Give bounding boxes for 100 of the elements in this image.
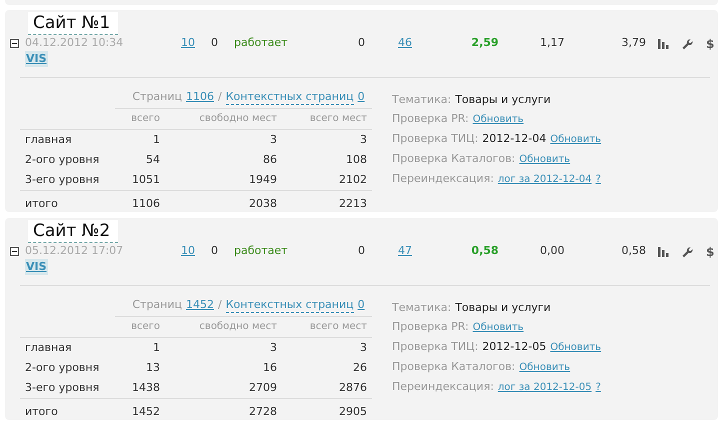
- table-cell: 26: [353, 361, 367, 374]
- table-cell: 13: [146, 361, 160, 374]
- table-cell: 0,58: [622, 244, 646, 257]
- context-pages-link[interactable]: Контекстных страниц: [226, 297, 354, 313]
- info-label: Проверка Каталогов:: [392, 359, 516, 375]
- table-cell: 3: [270, 133, 277, 146]
- collapse-icon[interactable]: [10, 39, 19, 48]
- table-cell: 1,17: [540, 36, 564, 49]
- pages-label: Страниц: [132, 297, 182, 313]
- context-count-link[interactable]: 0: [358, 89, 365, 105]
- info-link[interactable]: лог за 2012-12-05: [498, 380, 592, 396]
- info-link[interactable]: Обновить: [519, 152, 570, 168]
- info-value: 2012-12-05: [482, 339, 546, 355]
- count-link[interactable]: 10: [181, 36, 195, 49]
- info-link[interactable]: Обновить: [550, 132, 602, 148]
- date-text: 04.12.2012 10:34: [25, 35, 124, 51]
- row-label: итого: [25, 405, 58, 418]
- column-header: всего мест: [310, 321, 367, 332]
- count-link[interactable]: 47: [398, 244, 412, 257]
- info-label: Тематика:: [392, 92, 452, 108]
- row-label: главная: [25, 341, 72, 354]
- table-cell: 0: [358, 244, 365, 257]
- context-count-link[interactable]: 0: [358, 297, 365, 313]
- collapse-icon[interactable]: [10, 247, 19, 256]
- bar-chart-icon[interactable]: [658, 247, 669, 257]
- separator-text: /: [218, 89, 222, 105]
- info-link[interactable]: ?: [596, 172, 601, 188]
- separator-text: /: [218, 297, 222, 313]
- info-link[interactable]: Обновить: [550, 340, 602, 356]
- table-cell: 3: [360, 133, 367, 146]
- dollar-icon[interactable]: $: [706, 245, 714, 259]
- column-header: свободно мест: [199, 321, 277, 332]
- table-cell: 2709: [249, 381, 277, 394]
- column-header: свободно мест: [199, 113, 277, 124]
- context-pages-link[interactable]: Контекстных страниц: [226, 89, 354, 105]
- table-cell: 0: [211, 244, 218, 257]
- pages-link[interactable]: 1452: [186, 297, 214, 313]
- table-cell: 3: [270, 341, 277, 354]
- column-header: всего: [131, 113, 160, 124]
- dollar-icon[interactable]: $: [706, 37, 714, 51]
- info-link[interactable]: Обновить: [472, 112, 524, 128]
- info-value: 2012-12-04: [482, 131, 546, 147]
- site-name: Сайт №1: [28, 12, 118, 35]
- info-label: Проверка PR:: [392, 319, 469, 335]
- table-cell: 1438: [132, 381, 160, 394]
- wrench-icon[interactable]: [682, 38, 693, 50]
- table-cell: 0,58: [471, 244, 499, 257]
- row-label: 2-ого уровня: [25, 361, 100, 374]
- table-cell: 1: [153, 341, 160, 354]
- table-cell: 2,59: [471, 36, 499, 49]
- table-cell: 1949: [249, 173, 277, 186]
- table-cell: 1452: [132, 405, 160, 418]
- table-cell: 1051: [132, 173, 160, 186]
- info-label: Проверка ТИЦ:: [392, 131, 478, 147]
- column-header: всего мест: [310, 113, 367, 124]
- pages-link[interactable]: 1106: [186, 89, 214, 105]
- table-cell: 2102: [339, 173, 367, 186]
- info-label: Тематика:: [392, 300, 452, 316]
- table-cell: 0,00: [540, 244, 564, 257]
- table-cell: 1: [153, 133, 160, 146]
- info-value: Товары и услуги: [455, 300, 551, 316]
- pages-label: Страниц: [132, 89, 182, 105]
- status-text: работает: [234, 36, 288, 49]
- table-cell: 2038: [249, 197, 277, 210]
- tag-link[interactable]: VIS: [25, 259, 48, 275]
- row-label: 3-его уровня: [25, 173, 100, 186]
- table-cell: 0: [211, 36, 218, 49]
- table-cell: 1106: [132, 197, 160, 210]
- table-cell: 2213: [339, 197, 367, 210]
- table-cell: 2728: [249, 405, 277, 418]
- info-label: Переиндексация:: [392, 171, 494, 187]
- table-cell: 3,79: [622, 36, 646, 49]
- row-label: 3-его уровня: [25, 381, 100, 394]
- info-link[interactable]: Обновить: [472, 320, 524, 336]
- row-label: итого: [25, 197, 58, 210]
- row-label: главная: [25, 133, 72, 146]
- status-text: работает: [234, 244, 288, 257]
- info-link[interactable]: ?: [596, 380, 601, 396]
- info-link[interactable]: лог за 2012-12-04: [498, 172, 592, 188]
- column-header: всего: [131, 321, 160, 332]
- wrench-icon[interactable]: [682, 246, 693, 258]
- info-link[interactable]: Обновить: [519, 360, 570, 376]
- table-cell: 3: [360, 341, 367, 354]
- info-value: Товары и услуги: [455, 92, 551, 108]
- row-label: 2-ого уровня: [25, 153, 100, 166]
- table-cell: 86: [263, 153, 277, 166]
- table-cell: 108: [346, 153, 367, 166]
- bar-chart-icon[interactable]: [658, 39, 669, 49]
- info-label: Проверка Каталогов:: [392, 151, 516, 167]
- site-name: Сайт №2: [28, 220, 118, 243]
- table-cell: 0: [358, 36, 365, 49]
- count-link[interactable]: 46: [398, 36, 412, 49]
- table-cell: 54: [146, 153, 160, 166]
- info-label: Проверка PR:: [392, 111, 469, 127]
- table-cell: 16: [263, 361, 277, 374]
- info-label: Переиндексация:: [392, 379, 494, 395]
- tag-link[interactable]: VIS: [25, 51, 48, 67]
- info-label: Проверка ТИЦ:: [392, 339, 478, 355]
- date-text: 05.12.2012 17:07: [25, 243, 124, 259]
- count-link[interactable]: 10: [181, 244, 195, 257]
